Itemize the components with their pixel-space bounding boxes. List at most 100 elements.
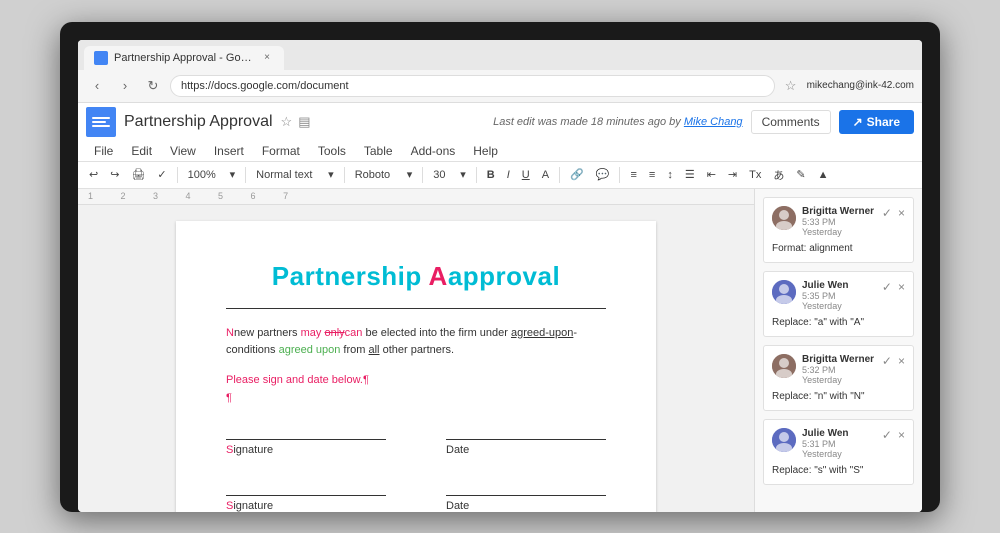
sep-1 — [177, 167, 178, 183]
comment-text-4: Replace: "s" with "S" — [772, 465, 905, 476]
sig-text-2: ignature — [233, 500, 273, 512]
doc-heading: Partnership Aapproval — [226, 261, 606, 292]
comments-panel: Brigitta Werner 5:33 PM Yesterday ✓ × Fo… — [754, 189, 922, 512]
align-center-button[interactable]: ≡ — [644, 166, 660, 184]
menu-help[interactable]: Help — [465, 141, 506, 161]
line-spacing-button[interactable]: ↕ — [662, 166, 678, 184]
zoom-selector[interactable]: 100% — [183, 166, 223, 184]
draw-button[interactable]: ✎ — [791, 165, 810, 184]
comment-actions-2: ✓ × — [882, 280, 905, 294]
comment-time-3: 5:32 PM Yesterday — [802, 365, 876, 385]
forward-button[interactable]: › — [114, 75, 136, 97]
comment-meta-2: Julie Wen 5:35 PM Yesterday — [802, 280, 876, 311]
doc-para-mark: ¶ — [226, 392, 606, 404]
underline-button[interactable]: U — [517, 166, 535, 184]
comment-text-2: Replace: "a" with "A" — [772, 317, 905, 328]
sep-3 — [344, 167, 345, 183]
last-edit-author: Mike Chang — [684, 116, 743, 128]
refresh-button[interactable]: ↻ — [142, 75, 164, 97]
comment-actions-1: ✓ × — [882, 206, 905, 220]
clear-format-button[interactable]: Tx — [744, 166, 766, 184]
bold-button[interactable]: B — [482, 166, 500, 184]
comment-close-2[interactable]: × — [898, 280, 905, 294]
back-button[interactable]: ‹ — [86, 75, 108, 97]
doc-left-wrap: 1 2 3 4 5 6 7 Partnership Aapproval — [78, 189, 754, 512]
comment-close-1[interactable]: × — [898, 206, 905, 220]
print-button[interactable]: 🖨 — [126, 165, 150, 184]
font-size-selector[interactable]: 30 — [428, 166, 453, 184]
font-dropdown-icon[interactable]: ▾ — [402, 165, 418, 184]
menu-addons[interactable]: Add-ons — [403, 141, 464, 161]
comment-time-4: 5:31 PM Yesterday — [802, 439, 876, 459]
ruler-marks: 1 2 3 4 5 6 7 — [88, 191, 288, 201]
address-input[interactable]: https://docs.google.com/document — [170, 75, 775, 97]
body-be: be elected into the firm under — [362, 327, 511, 339]
input-tools-button[interactable]: あ — [768, 164, 789, 186]
signature-row-1: Signature Date — [226, 420, 606, 456]
last-edit-info: Last edit was made 18 minutes ago by Mik… — [493, 116, 742, 128]
menu-view[interactable]: View — [162, 141, 204, 161]
font-color-button[interactable]: A — [537, 166, 554, 184]
browser-chrome: Partnership Approval - Goog... × ‹ › ↻ h… — [78, 40, 922, 103]
comment-resolve-1[interactable]: ✓ — [882, 206, 892, 220]
hide-toolbar-button[interactable]: ▲ — [813, 166, 834, 184]
font-size-dropdown-icon[interactable]: ▾ — [455, 165, 471, 184]
docs-actions: Last edit was made 18 minutes ago by Mik… — [493, 110, 914, 134]
comment-resolve-4[interactable]: ✓ — [882, 428, 892, 442]
share-button[interactable]: ↗ Share — [839, 110, 914, 134]
bookmark-icon[interactable]: ☆ — [781, 76, 801, 96]
menu-table[interactable]: Table — [356, 141, 401, 161]
comment-resolve-2[interactable]: ✓ — [882, 280, 892, 294]
signature-row-2: Signature Date — [226, 476, 606, 512]
comments-button[interactable]: Comments — [751, 110, 831, 134]
comment-close-3[interactable]: × — [898, 354, 905, 368]
comment-button[interactable]: 💬 — [591, 165, 615, 184]
sig-label-2: Signature — [226, 500, 386, 512]
menu-edit[interactable]: Edit — [123, 141, 160, 161]
logo-line-1 — [92, 117, 110, 119]
zoom-dropdown-icon[interactable]: ▾ — [225, 165, 241, 184]
menu-format[interactable]: Format — [254, 141, 308, 161]
sep-5 — [476, 167, 477, 183]
comment-avatar-3 — [772, 354, 796, 378]
sep-6 — [559, 167, 560, 183]
style-selector[interactable]: Normal text — [251, 166, 321, 184]
italic-button[interactable]: I — [502, 166, 515, 184]
menu-tools[interactable]: Tools — [310, 141, 354, 161]
indent-more-button[interactable]: ⇥ — [723, 165, 742, 184]
sep-4 — [422, 167, 423, 183]
signature-field-1: Signature — [226, 420, 386, 456]
account-label: mikechang@ink-42.com — [807, 80, 914, 91]
link-button[interactable]: 🔗 — [565, 165, 589, 184]
redo-button[interactable]: ↪ — [105, 165, 124, 184]
body-agreed-upon: agreed-upon — [511, 327, 573, 339]
doc-sign-instruction: Please sign and date below.¶ — [226, 374, 606, 386]
folder-icon[interactable]: ▤ — [298, 114, 310, 130]
menu-file[interactable]: File — [86, 141, 121, 161]
tab-close-icon[interactable]: × — [260, 51, 274, 65]
content-area: 1 2 3 4 5 6 7 Partnership Aapproval — [78, 189, 922, 512]
comment-resolve-3[interactable]: ✓ — [882, 354, 892, 368]
document-title[interactable]: Partnership Approval — [124, 113, 273, 131]
comment-header-1: Brigitta Werner 5:33 PM Yesterday ✓ × — [772, 206, 905, 237]
body-other: other partners. — [380, 344, 455, 356]
docs-title-bar: Partnership Approval ☆ ▤ Last edit was m… — [78, 103, 922, 141]
spellcheck-button[interactable]: ✓ — [152, 165, 171, 184]
indent-less-button[interactable]: ⇤ — [702, 165, 721, 184]
list-button[interactable]: ☰ — [680, 165, 700, 184]
style-dropdown-icon[interactable]: ▾ — [323, 165, 339, 184]
docs-header: Partnership Approval ☆ ▤ Last edit was m… — [78, 103, 922, 189]
menu-insert[interactable]: Insert — [206, 141, 252, 161]
doc-body-paragraph: Nnew partners may onlycan be elected int… — [226, 325, 606, 360]
comment-avatar-1 — [772, 206, 796, 230]
undo-button[interactable]: ↩ — [84, 165, 103, 184]
browser-tab[interactable]: Partnership Approval - Goog... × — [84, 46, 284, 70]
star-icon[interactable]: ☆ — [281, 114, 293, 130]
comment-card-2: Julie Wen 5:35 PM Yesterday ✓ × Replace:… — [763, 271, 914, 337]
tab-bar: Partnership Approval - Goog... × — [78, 40, 922, 70]
font-selector[interactable]: Roboto — [350, 166, 400, 184]
align-left-button[interactable]: ≡ — [625, 166, 641, 184]
comment-close-4[interactable]: × — [898, 428, 905, 442]
tab-favicon — [94, 51, 108, 65]
comment-card-3: Brigitta Werner 5:32 PM Yesterday ✓ × Re… — [763, 345, 914, 411]
